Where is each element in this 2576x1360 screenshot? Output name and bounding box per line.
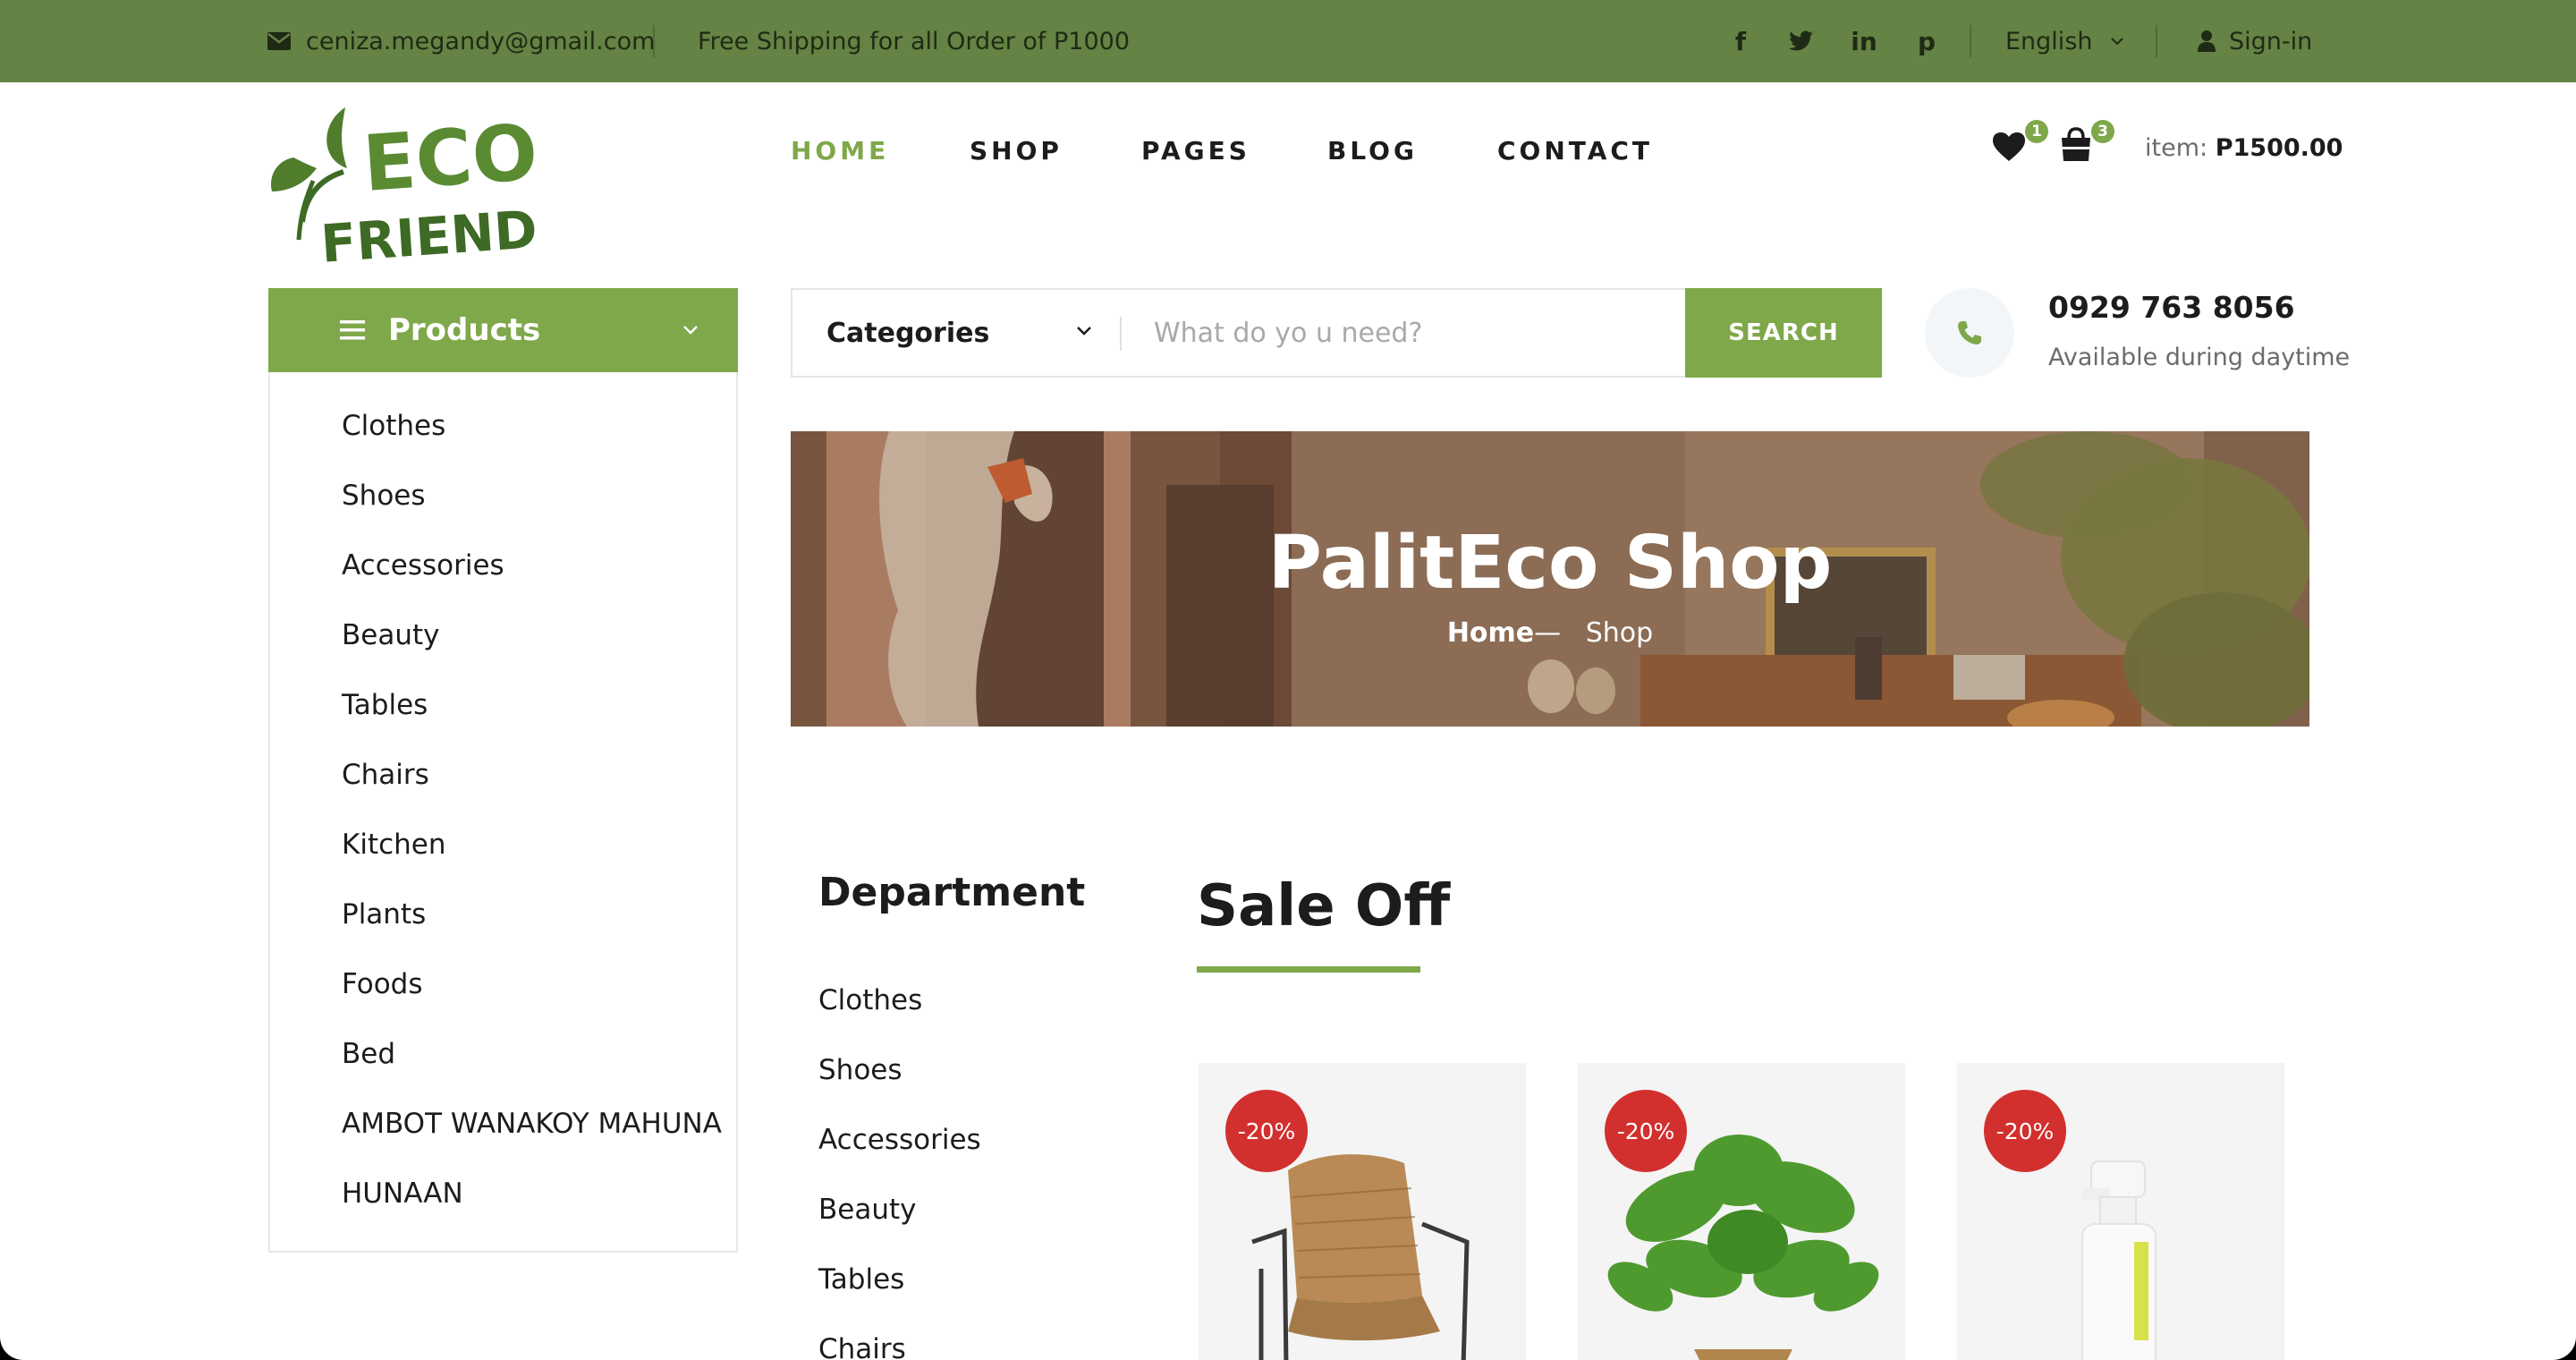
top-bar: ceniza.megandy@gmail.com Free Shipping f… [0, 0, 2576, 82]
phone-badge [1925, 288, 2014, 378]
department-item-beauty[interactable]: Beauty [818, 1194, 916, 1226]
hero-title: PalitEco Shop [1267, 521, 1833, 606]
department-item-clothes[interactable]: Clothes [818, 984, 922, 1016]
sidebar-item-clothes[interactable]: Clothes [342, 410, 445, 442]
phone-availability: Available during daytime [2048, 344, 2351, 371]
nav-blog[interactable]: BLOG [1327, 136, 1418, 166]
topbar-divider [1970, 25, 1971, 57]
logo-graphic: ECO FRIENDLY [271, 107, 603, 275]
products-dropdown-header[interactable]: Products [268, 288, 738, 372]
nav-home[interactable]: HOME [791, 136, 889, 166]
heart-icon [1993, 132, 2025, 161]
logo-text-eco: ECO [360, 108, 535, 209]
hero-banner: PalitEco Shop Home— Shop [791, 431, 2309, 727]
search-button[interactable]: SEARCH [1685, 288, 1882, 378]
pinterest-glyph: p [1917, 26, 1936, 56]
department-title: Department [818, 870, 1086, 915]
sidebar-item-accessories[interactable]: Accessories [342, 549, 504, 582]
chevron-down-icon [683, 326, 698, 335]
sidebar-item-chairs[interactable]: Chairs [342, 759, 429, 791]
linkedin-glyph: in [1851, 26, 1877, 56]
department-item-accessories[interactable]: Accessories [818, 1124, 981, 1156]
language-label: English [2005, 27, 2093, 55]
category-label: Categories [826, 317, 990, 349]
sale-off-underline [1197, 966, 1420, 973]
department-item-tables[interactable]: Tables [818, 1263, 904, 1296]
breadcrumb-current: Shop [1585, 617, 1654, 649]
email-text: ceniza.megandy@gmail.com [306, 27, 656, 55]
email-contact[interactable]: ceniza.megandy@gmail.com [267, 0, 655, 82]
search-input[interactable] [1154, 308, 1655, 358]
search-bar: Categories SEARCH [791, 288, 1882, 378]
phone-icon [1958, 321, 1981, 344]
facebook-icon[interactable]: f [1723, 0, 1758, 82]
breadcrumb-home[interactable]: Home [1447, 617, 1534, 649]
sidebar-item-beauty[interactable]: Beauty [342, 619, 439, 651]
language-select[interactable]: English [2005, 0, 2125, 82]
cart-label: item: [2145, 134, 2208, 162]
nav-contact[interactable]: CONTACT [1497, 136, 1653, 166]
nav-shop[interactable]: SHOP [970, 136, 1063, 166]
cart-count-badge: 3 [2091, 120, 2114, 143]
chevron-down-icon [1077, 327, 1091, 336]
shopping-bag-icon [2062, 127, 2090, 161]
department-item-shoes[interactable]: Shoes [818, 1054, 902, 1086]
page: ceniza.megandy@gmail.com Free Shipping f… [0, 0, 2576, 1360]
discount-badge: -20% [1225, 1090, 1308, 1172]
cart-total[interactable]: item: P1500.00 [2145, 134, 2343, 162]
topbar-divider [653, 25, 655, 57]
product-card[interactable]: -20% [1578, 1063, 1905, 1360]
product-card[interactable]: -20% [1199, 1063, 1526, 1360]
product-card[interactable]: -20% [1957, 1063, 2284, 1360]
sidebar-item-foods[interactable]: Foods [342, 968, 423, 1000]
menu-icon [340, 320, 365, 340]
sidebar-item-tables[interactable]: Tables [342, 689, 428, 721]
twitter-glyph [1789, 30, 1813, 51]
shipping-note-text: Free Shipping for all Order of P1000 [698, 27, 1130, 55]
facebook-glyph: f [1734, 26, 1747, 56]
sidebar-item-plants[interactable]: Plants [342, 898, 426, 931]
products-title: Products [388, 312, 541, 348]
sidebar-item-shoes[interactable]: Shoes [342, 480, 426, 512]
chevron-down-icon [2110, 38, 2123, 46]
products-list: Clothes Shoes Accessories Beauty Tables … [268, 372, 738, 1253]
signin-link[interactable]: Sign-in [2197, 0, 2312, 82]
envelope-icon [267, 32, 291, 50]
department-item-chairs[interactable]: Chairs [818, 1333, 906, 1360]
cart-total-value: P1500.00 [2215, 134, 2343, 162]
breadcrumb: Home— Shop [791, 617, 2309, 649]
discount-badge: -20% [1984, 1090, 2066, 1172]
search-divider [1120, 317, 1122, 351]
user-icon [2198, 30, 2216, 52]
sale-off-title: Sale Off [1197, 873, 1451, 939]
discount-badge: -20% [1605, 1090, 1687, 1172]
nav-pages[interactable]: PAGES [1141, 136, 1250, 166]
signin-label: Sign-in [2229, 27, 2313, 55]
pinterest-icon[interactable]: p [1909, 0, 1945, 82]
wishlist-count-badge: 1 [2025, 120, 2048, 143]
twitter-icon[interactable] [1784, 0, 1819, 82]
linkedin-icon[interactable]: in [1846, 0, 1882, 82]
sidebar-item-kitchen[interactable]: Kitchen [342, 829, 446, 861]
eco-friendly-logo[interactable]: ECO FRIENDLY [267, 106, 603, 275]
sidebar-item-bed[interactable]: Bed [342, 1038, 395, 1070]
phone-number[interactable]: 0929 763 8056 [2048, 290, 2295, 325]
sidebar-item-ambot-wanakoy-mahuna[interactable]: AMBOT WANAKOY MAHUNA [342, 1108, 722, 1140]
sidebar-item-hunaan[interactable]: HUNAAN [342, 1177, 463, 1210]
topbar-divider [2156, 25, 2157, 57]
shipping-note: Free Shipping for all Order of P1000 [698, 0, 1130, 82]
category-select[interactable]: Categories [826, 290, 989, 376]
breadcrumb-separator: — [1534, 617, 1562, 649]
